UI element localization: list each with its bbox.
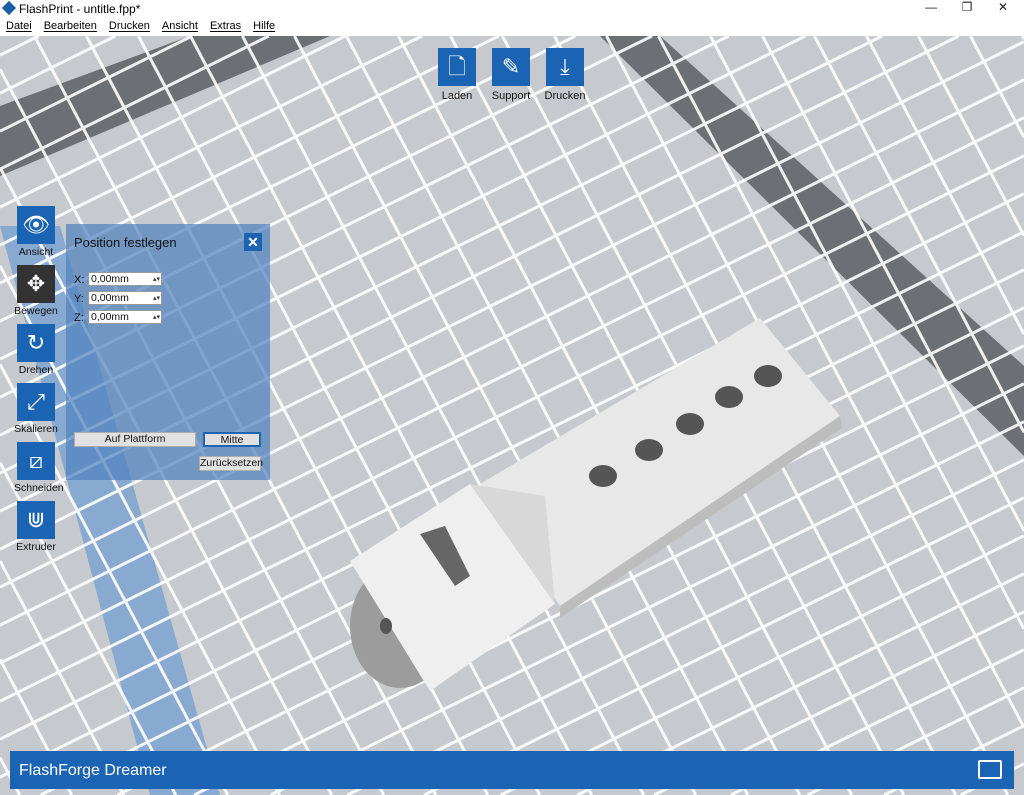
load-label: Laden xyxy=(441,90,473,102)
support-icon: ✎ xyxy=(492,48,530,86)
window-title: FlashPrint - untitle.fpp* xyxy=(19,2,141,16)
print-button[interactable]: ⤓ Drucken xyxy=(537,48,593,102)
printer-name: FlashForge Dreamer xyxy=(19,762,167,779)
center-button[interactable]: Mitte xyxy=(203,432,261,447)
app-logo-icon xyxy=(1,0,17,16)
support-label: Support xyxy=(491,90,531,102)
spinner-icon[interactable]: ▴▾ xyxy=(153,274,160,286)
support-button[interactable]: ✎ Support xyxy=(483,48,539,102)
x-position-input[interactable]: 0,00mm ▴▾ xyxy=(88,272,162,286)
tool-label: Ansicht xyxy=(18,246,54,258)
tool-label: Drehen xyxy=(18,364,54,376)
tool-extruder[interactable]: ⋓ Extruder xyxy=(14,501,58,553)
close-icon: ✕ xyxy=(247,234,259,250)
load-button[interactable]: 🗋 Laden xyxy=(429,48,485,102)
tool-rotate[interactable]: ↻ Drehen xyxy=(14,324,58,376)
position-panel: Position festlegen ✕ X: 0,00mm ▴▾ Y: 0,00mm… xyxy=(66,224,270,480)
monitor-icon[interactable] xyxy=(978,760,1002,779)
grid-line xyxy=(917,36,1024,237)
z-label: Z: xyxy=(74,312,84,324)
panel-close-button[interactable]: ✕ xyxy=(244,233,262,251)
title-bar: FlashPrint - untitle.fpp* — ❐ ✕ xyxy=(0,0,1024,18)
minimize-button[interactable]: — xyxy=(914,0,948,18)
scale-icon: ⤢ xyxy=(17,383,55,421)
cut-icon: ⧄ xyxy=(17,442,55,480)
print-label: Drucken xyxy=(544,90,586,102)
y-position-input[interactable]: 0,00mm ▴▾ xyxy=(88,291,162,305)
x-label: X: xyxy=(74,274,85,286)
3d-viewport[interactable]: 🗋 Laden ✎ Support ⤓ Drucken 👁 Ansicht ✥ Beweg… xyxy=(0,36,1024,795)
menu-bar: Datei Bearbeiten Drucken Ansicht Extras Hilfe xyxy=(0,18,1024,36)
rotate-icon: ↻ xyxy=(17,324,55,362)
reset-button[interactable]: Zurücksetzen xyxy=(199,456,263,471)
tool-label: Skalieren xyxy=(14,423,58,435)
print-icon: ⤓ xyxy=(546,48,584,86)
eye-icon: 👁 xyxy=(17,206,55,244)
move-icon: ✥ xyxy=(17,265,55,303)
restore-button[interactable]: ❐ xyxy=(950,0,984,18)
menu-datei[interactable]: Datei xyxy=(6,18,32,34)
menu-hilfe[interactable]: Hilfe xyxy=(253,18,275,34)
spinner-icon[interactable]: ▴▾ xyxy=(153,312,160,324)
y-label: Y: xyxy=(74,293,84,305)
tool-label: Bewegen xyxy=(14,305,58,317)
grid-line xyxy=(0,36,40,57)
menu-bearbeiten[interactable]: Bearbeiten xyxy=(44,18,97,34)
spinner-icon[interactable]: ▴▾ xyxy=(153,293,160,305)
menu-drucken[interactable]: Drucken xyxy=(109,18,150,34)
tool-label: Extruder xyxy=(16,541,56,553)
on-platform-button[interactable]: Auf Plattform xyxy=(74,432,196,447)
panel-title: Position festlegen xyxy=(74,235,177,250)
menu-extras[interactable]: Extras xyxy=(210,18,241,34)
close-button[interactable]: ✕ xyxy=(986,0,1020,18)
tool-label: Schneiden xyxy=(14,482,64,494)
menu-ansicht[interactable]: Ansicht xyxy=(162,18,198,34)
tool-cut[interactable]: ⧄ Schneiden xyxy=(14,442,64,494)
tool-scale[interactable]: ⤢ Skalieren xyxy=(14,383,58,435)
load-file-icon: 🗋 xyxy=(438,48,476,86)
extruder-icon: ⋓ xyxy=(17,501,55,539)
z-position-input[interactable]: 0,00mm ▴▾ xyxy=(88,310,162,324)
status-bar: FlashForge Dreamer xyxy=(10,751,1014,789)
tool-view[interactable]: 👁 Ansicht xyxy=(14,206,58,258)
tool-move[interactable]: ✥ Bewegen xyxy=(14,265,58,317)
